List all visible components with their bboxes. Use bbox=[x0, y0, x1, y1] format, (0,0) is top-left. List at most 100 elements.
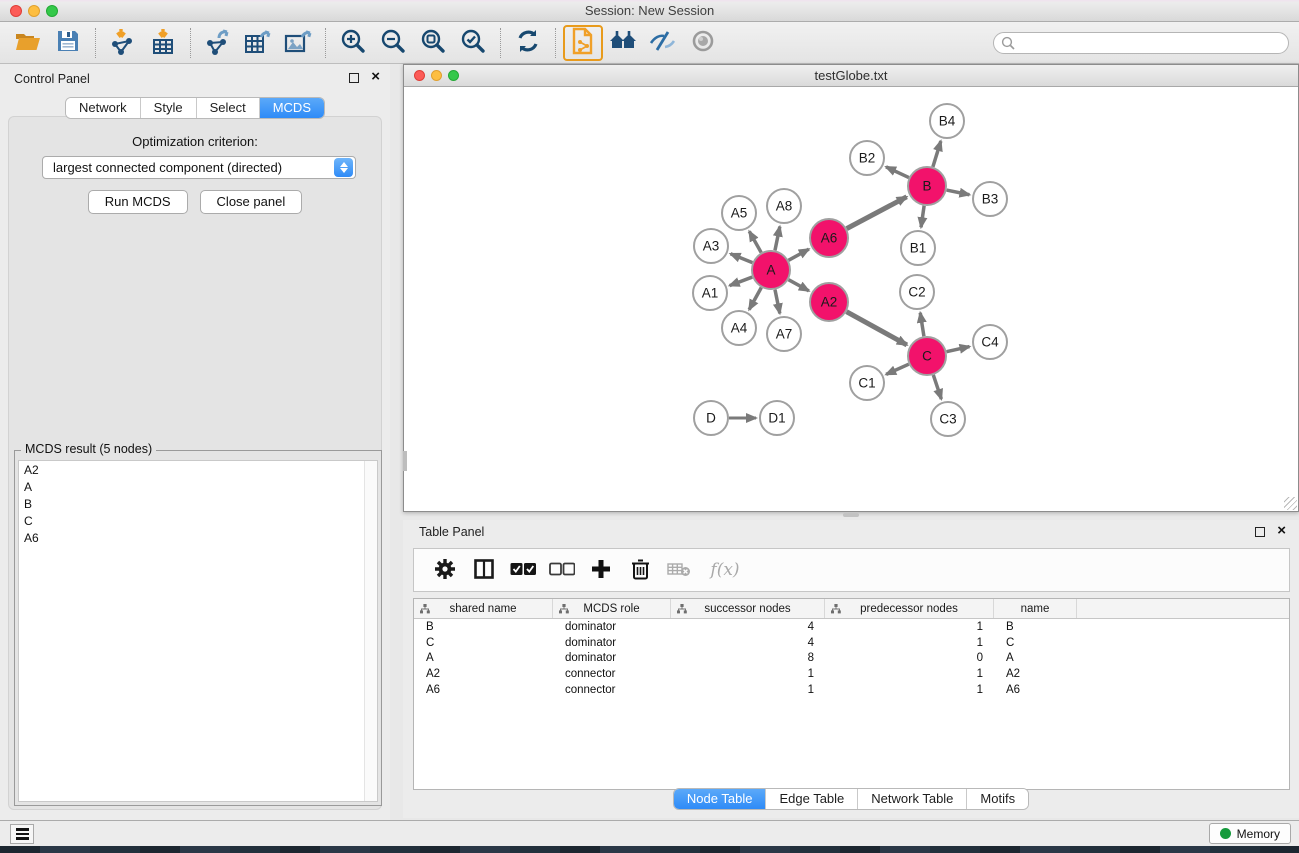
edge-B-B1[interactable] bbox=[921, 206, 924, 227]
mcds-result-item[interactable]: B bbox=[19, 495, 377, 512]
tab-edge-table[interactable]: Edge Table bbox=[765, 789, 857, 809]
table-row[interactable]: A2connector11A2 bbox=[414, 666, 1289, 682]
import-network-button[interactable] bbox=[103, 26, 143, 60]
edge-A-A5[interactable] bbox=[749, 231, 761, 252]
float-panel-icon[interactable] bbox=[349, 73, 359, 83]
edge-A-A7[interactable] bbox=[775, 290, 780, 314]
splitter-handle[interactable] bbox=[843, 513, 859, 517]
column-header-predecessor-nodes[interactable]: predecessor nodes bbox=[825, 599, 994, 618]
deselect-all-button[interactable] bbox=[547, 554, 577, 586]
table-cell[interactable]: 1 bbox=[825, 684, 994, 696]
zoom-in-button[interactable] bbox=[333, 26, 373, 60]
mcds-result-item[interactable]: A bbox=[19, 478, 377, 495]
table-row[interactable]: A6connector11A6 bbox=[414, 682, 1289, 698]
table-cell[interactable]: dominator bbox=[553, 637, 671, 649]
scrollbar-track[interactable] bbox=[364, 461, 377, 801]
tab-style[interactable]: Style bbox=[140, 98, 196, 118]
mcds-result-item[interactable]: A2 bbox=[19, 461, 377, 478]
tab-motifs[interactable]: Motifs bbox=[966, 789, 1028, 809]
float-panel-icon[interactable] bbox=[1255, 527, 1265, 537]
save-session-button[interactable] bbox=[48, 26, 88, 60]
table-row[interactable]: Cdominator41C bbox=[414, 635, 1289, 651]
table-cell[interactable]: A2 bbox=[994, 668, 1077, 680]
export-image-button[interactable] bbox=[278, 26, 318, 60]
mcds-result-item[interactable]: C bbox=[19, 512, 377, 529]
table-row[interactable]: Bdominator41B bbox=[414, 619, 1289, 635]
column-header-name[interactable]: name bbox=[994, 599, 1077, 618]
tab-select[interactable]: Select bbox=[196, 98, 259, 118]
task-history-button[interactable] bbox=[10, 824, 34, 844]
optimization-criterion-select[interactable]: largest connected component (directed) bbox=[42, 156, 356, 179]
zoom-fit-button[interactable] bbox=[413, 26, 453, 60]
table-cell[interactable]: dominator bbox=[553, 652, 671, 664]
table-cell[interactable]: B bbox=[994, 621, 1077, 633]
export-network-button[interactable] bbox=[198, 26, 238, 60]
open-session-button[interactable] bbox=[8, 26, 48, 60]
table-cell[interactable]: 4 bbox=[671, 621, 825, 633]
run-mcds-button[interactable]: Run MCDS bbox=[88, 190, 188, 214]
table-cell[interactable]: 4 bbox=[671, 637, 825, 649]
table-cell[interactable]: A bbox=[414, 652, 553, 664]
tab-node-table[interactable]: Node Table bbox=[674, 789, 766, 809]
table-cell[interactable]: A6 bbox=[414, 684, 553, 696]
show-columns-button[interactable] bbox=[469, 554, 499, 586]
table-row[interactable]: Adominator80A bbox=[414, 651, 1289, 667]
table-cell[interactable]: A6 bbox=[994, 684, 1077, 696]
network-canvas[interactable]: B4B2BB3A8A5A6A3B1AA1C2A2A4A7C4CC1C3DD1 bbox=[404, 87, 1298, 511]
edge-C-C3[interactable] bbox=[933, 375, 941, 399]
network-overview-button[interactable] bbox=[563, 25, 603, 61]
edge-C-C4[interactable] bbox=[947, 347, 970, 352]
search-input[interactable] bbox=[993, 32, 1289, 54]
close-panel-icon[interactable]: × bbox=[1277, 522, 1286, 540]
memory-button[interactable]: Memory bbox=[1209, 823, 1291, 844]
edge-A6-B[interactable] bbox=[847, 197, 907, 229]
network-graph[interactable]: B4B2BB3A8A5A6A3B1AA1C2A2A4A7C4CC1C3DD1 bbox=[404, 87, 1298, 511]
table-cell[interactable]: C bbox=[414, 637, 553, 649]
close-panel-icon[interactable]: × bbox=[371, 68, 380, 86]
zoom-selected-button[interactable] bbox=[453, 26, 493, 60]
table-cell[interactable]: 1 bbox=[825, 621, 994, 633]
tab-network[interactable]: Network bbox=[66, 98, 140, 118]
import-table-button[interactable] bbox=[143, 26, 183, 60]
column-header-shared-name[interactable]: shared name bbox=[414, 599, 553, 618]
edge-C-C2[interactable] bbox=[920, 313, 924, 336]
column-header-MCDS-role[interactable]: MCDS role bbox=[553, 599, 671, 618]
table-cell[interactable]: A bbox=[994, 652, 1077, 664]
mcds-result-item[interactable]: A6 bbox=[19, 529, 377, 546]
edge-B-B3[interactable] bbox=[947, 190, 970, 195]
function-builder-button[interactable]: f(x) bbox=[703, 554, 747, 586]
edge-A-A8[interactable] bbox=[775, 227, 780, 251]
add-column-button[interactable] bbox=[586, 554, 616, 586]
table-cell[interactable]: 8 bbox=[671, 652, 825, 664]
table-cell[interactable]: connector bbox=[553, 668, 671, 680]
mcds-result-list[interactable]: A2ABCA6 bbox=[18, 460, 378, 802]
zoom-out-button[interactable] bbox=[373, 26, 413, 60]
scrollbar-thumb[interactable] bbox=[403, 451, 407, 471]
tab-network-table[interactable]: Network Table bbox=[857, 789, 966, 809]
table-cell[interactable]: 1 bbox=[825, 668, 994, 680]
table-cell[interactable]: dominator bbox=[553, 621, 671, 633]
refresh-layout-button[interactable] bbox=[508, 26, 548, 60]
table-cell[interactable]: 1 bbox=[825, 637, 994, 649]
close-panel-button[interactable]: Close panel bbox=[200, 190, 303, 214]
resize-grip[interactable] bbox=[1284, 497, 1297, 510]
edge-B-B2[interactable] bbox=[886, 167, 909, 178]
edge-A-A2[interactable] bbox=[789, 280, 809, 291]
edge-B-B4[interactable] bbox=[933, 141, 941, 167]
edge-C-C1[interactable] bbox=[886, 364, 909, 374]
table-cell[interactable]: A2 bbox=[414, 668, 553, 680]
hide-panels-button[interactable] bbox=[643, 26, 683, 60]
edge-A2-C[interactable] bbox=[847, 312, 907, 345]
delete-column-button[interactable] bbox=[625, 554, 655, 586]
table-cell[interactable]: C bbox=[994, 637, 1077, 649]
show-panels-button[interactable] bbox=[683, 26, 723, 60]
select-all-button[interactable] bbox=[508, 554, 538, 586]
table-cell[interactable]: 0 bbox=[825, 652, 994, 664]
home-button[interactable] bbox=[603, 26, 643, 60]
table-cell[interactable]: B bbox=[414, 621, 553, 633]
edge-A-A3[interactable] bbox=[730, 254, 752, 263]
edge-A-A6[interactable] bbox=[789, 249, 809, 260]
table-cell[interactable]: 1 bbox=[671, 668, 825, 680]
tab-mcds[interactable]: MCDS bbox=[259, 98, 324, 118]
table-settings-button[interactable] bbox=[430, 554, 460, 586]
